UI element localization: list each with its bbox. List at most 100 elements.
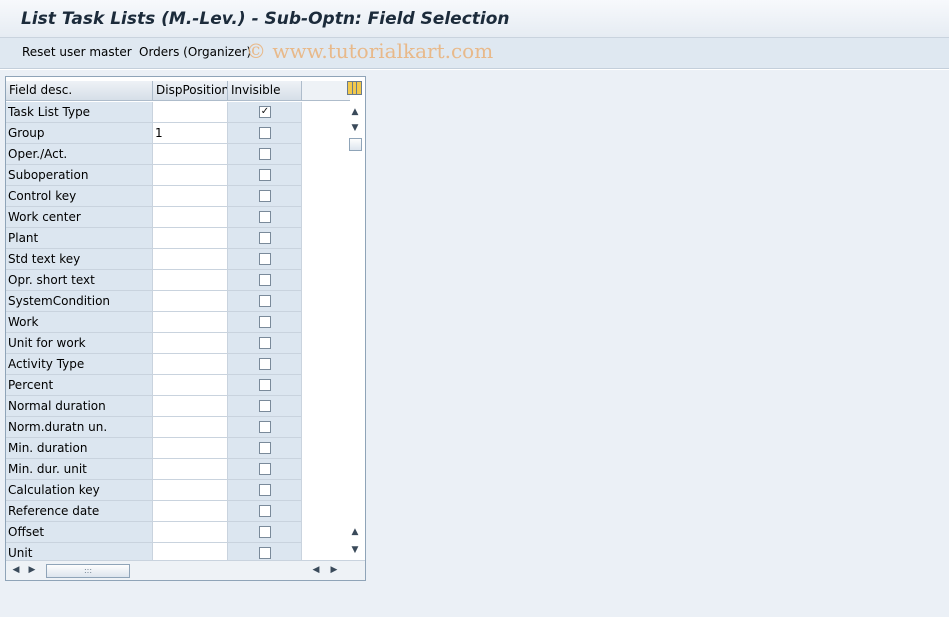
table-row: SystemCondition xyxy=(6,291,302,312)
disp-position-input[interactable] xyxy=(153,417,228,438)
invisible-checkbox[interactable] xyxy=(259,337,271,349)
disp-position-input[interactable] xyxy=(153,459,228,480)
field-desc-cell: Work center xyxy=(6,207,153,228)
disp-position-input[interactable] xyxy=(153,165,228,186)
table-row: Oper./Act. xyxy=(6,144,302,165)
invisible-checkbox[interactable] xyxy=(259,463,271,475)
field-desc-cell: Opr. short text xyxy=(6,270,153,291)
column-header-field-desc[interactable]: Field desc. xyxy=(6,81,153,101)
disp-position-input[interactable] xyxy=(153,144,228,165)
scroll-down-icon[interactable]: ▼ xyxy=(349,122,361,134)
disp-position-input[interactable] xyxy=(153,312,228,333)
invisible-checkbox[interactable] xyxy=(259,169,271,181)
disp-position-input[interactable] xyxy=(153,480,228,501)
invisible-cell xyxy=(228,354,302,375)
table-settings-icon[interactable] xyxy=(347,81,362,95)
scroll-right-icon[interactable]: ▶ xyxy=(26,564,38,576)
field-selection-table: Field desc. DispPosition Invisible Task … xyxy=(5,76,366,581)
invisible-checkbox[interactable] xyxy=(259,379,271,391)
reset-user-master-button[interactable]: Reset user master xyxy=(22,45,132,59)
vertical-scrollbar[interactable]: ▲ ▼ ▲ ▼ xyxy=(347,102,363,560)
table-row: Activity Type xyxy=(6,354,302,375)
field-desc-cell: Norm.duratn un. xyxy=(6,417,153,438)
disp-position-input[interactable] xyxy=(153,375,228,396)
scroll-page-down-icon[interactable]: ▼ xyxy=(349,544,361,556)
table-row: Task List Type ✓ xyxy=(6,102,302,123)
field-desc-cell: Reference date xyxy=(6,501,153,522)
table-row: Std text key xyxy=(6,249,302,270)
invisible-cell: ✓ xyxy=(228,102,302,123)
table-row: Suboperation xyxy=(6,165,302,186)
watermark: © www.tutorialkart.com xyxy=(246,39,494,63)
invisible-checkbox[interactable]: ✓ xyxy=(259,106,271,118)
scroll-column-left-icon[interactable]: ◀ xyxy=(310,564,322,576)
page-title: List Task Lists (M.-Lev.) - Sub-Optn: Fi… xyxy=(21,9,510,29)
orders-organizer-button[interactable]: Orders (Organizer) xyxy=(139,45,251,59)
table-row: Normal duration xyxy=(6,396,302,417)
field-desc-cell: Min. dur. unit xyxy=(6,459,153,480)
invisible-cell xyxy=(228,186,302,207)
invisible-cell xyxy=(228,375,302,396)
invisible-cell xyxy=(228,501,302,522)
disp-position-input[interactable] xyxy=(153,438,228,459)
disp-position-input[interactable] xyxy=(153,396,228,417)
column-header-disp-position[interactable]: DispPosition xyxy=(153,81,228,101)
scroll-up-icon[interactable]: ▲ xyxy=(349,106,361,118)
invisible-checkbox[interactable] xyxy=(259,421,271,433)
disp-position-input[interactable]: 1 xyxy=(153,123,228,144)
invisible-cell xyxy=(228,165,302,186)
invisible-checkbox[interactable] xyxy=(259,253,271,265)
invisible-cell xyxy=(228,249,302,270)
invisible-checkbox[interactable] xyxy=(259,148,271,160)
horizontal-scrollbar[interactable]: ◀ ▶ ::: ◀ ▶ xyxy=(6,560,365,580)
field-desc-cell: Control key xyxy=(6,186,153,207)
scroll-column-right-icon[interactable]: ▶ xyxy=(328,564,340,576)
horizontal-scroll-thumb[interactable]: ::: xyxy=(46,564,130,578)
invisible-checkbox[interactable] xyxy=(259,274,271,286)
field-desc-cell: Calculation key xyxy=(6,480,153,501)
disp-position-input[interactable] xyxy=(153,102,228,123)
invisible-cell xyxy=(228,123,302,144)
disp-position-input[interactable] xyxy=(153,249,228,270)
invisible-cell xyxy=(228,396,302,417)
invisible-checkbox[interactable] xyxy=(259,295,271,307)
field-desc-cell: SystemCondition xyxy=(6,291,153,312)
invisible-checkbox[interactable] xyxy=(259,190,271,202)
column-header-invisible[interactable]: Invisible xyxy=(228,81,302,101)
invisible-cell xyxy=(228,144,302,165)
disp-position-input[interactable] xyxy=(153,207,228,228)
disp-position-input[interactable] xyxy=(153,291,228,312)
table-row: Control key xyxy=(6,186,302,207)
disp-position-input[interactable] xyxy=(153,522,228,543)
table-row: Percent xyxy=(6,375,302,396)
invisible-checkbox[interactable] xyxy=(259,232,271,244)
invisible-cell xyxy=(228,312,302,333)
disp-position-input[interactable] xyxy=(153,228,228,249)
disp-position-input[interactable] xyxy=(153,270,228,291)
disp-position-input[interactable] xyxy=(153,186,228,207)
field-desc-cell: Suboperation xyxy=(6,165,153,186)
invisible-cell xyxy=(228,459,302,480)
invisible-checkbox[interactable] xyxy=(259,547,271,559)
table-row: Unit for work xyxy=(6,333,302,354)
invisible-checkbox[interactable] xyxy=(259,442,271,454)
table-row: Offset xyxy=(6,522,302,543)
table-row: Min. duration xyxy=(6,438,302,459)
invisible-checkbox[interactable] xyxy=(259,127,271,139)
invisible-checkbox[interactable] xyxy=(259,526,271,538)
scroll-page-up-icon[interactable]: ▲ xyxy=(349,526,361,538)
invisible-checkbox[interactable] xyxy=(259,358,271,370)
invisible-checkbox[interactable] xyxy=(259,484,271,496)
disp-position-input[interactable] xyxy=(153,501,228,522)
disp-position-input[interactable] xyxy=(153,333,228,354)
vertical-scroll-thumb[interactable] xyxy=(349,138,362,151)
invisible-checkbox[interactable] xyxy=(259,316,271,328)
invisible-checkbox[interactable] xyxy=(259,400,271,412)
invisible-checkbox[interactable] xyxy=(259,505,271,517)
field-desc-cell: Percent xyxy=(6,375,153,396)
invisible-cell xyxy=(228,207,302,228)
field-desc-cell: Oper./Act. xyxy=(6,144,153,165)
scroll-left-icon[interactable]: ◀ xyxy=(10,564,22,576)
invisible-checkbox[interactable] xyxy=(259,211,271,223)
disp-position-input[interactable] xyxy=(153,354,228,375)
